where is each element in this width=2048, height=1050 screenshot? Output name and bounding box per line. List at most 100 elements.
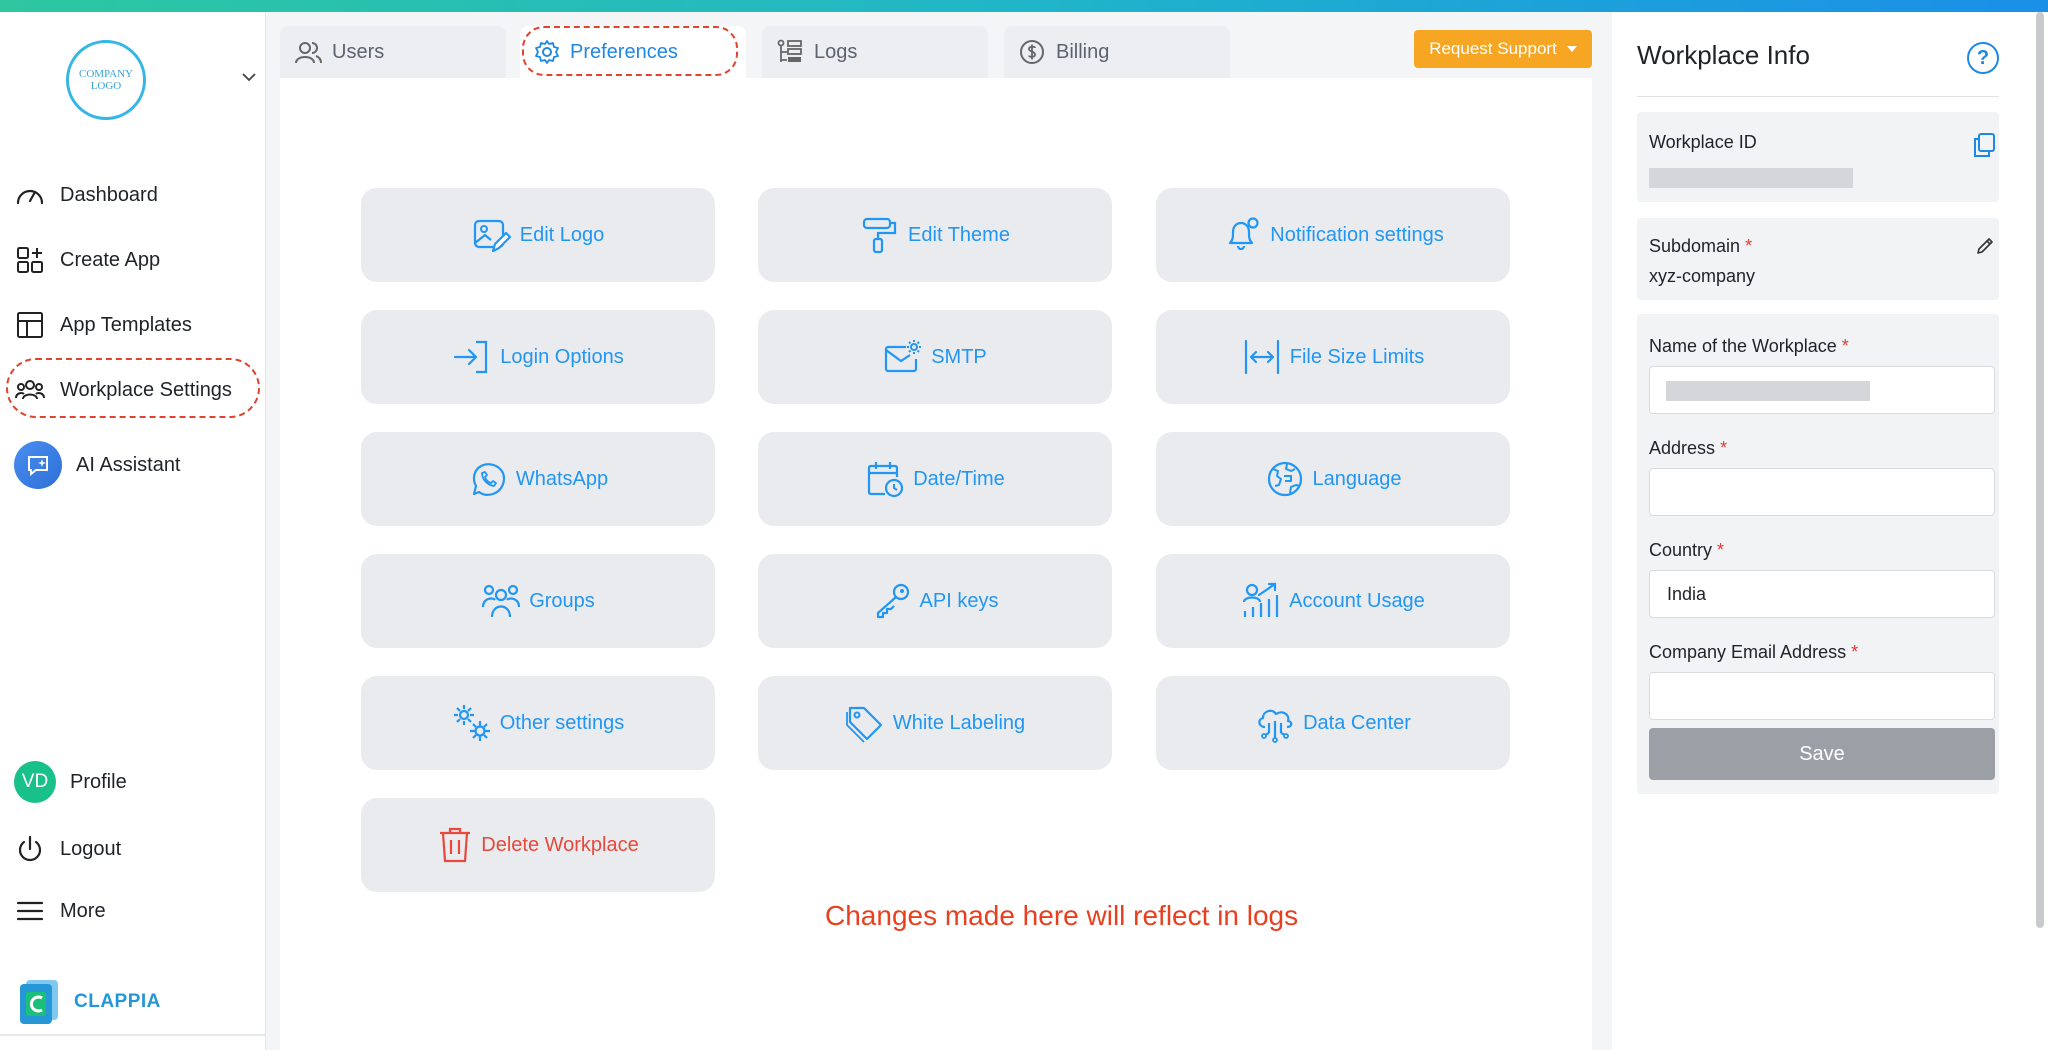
tag-icon <box>845 706 882 743</box>
copy-icon[interactable] <box>1972 132 1996 158</box>
tab-label: Billing <box>1056 40 1110 63</box>
sidebar-item-dashboard[interactable]: Dashboard <box>14 172 158 218</box>
cloud-network-icon <box>1258 709 1293 743</box>
other-settings-button[interactable]: Other settings <box>361 676 715 770</box>
request-support-button[interactable]: Request Support <box>1414 30 1592 68</box>
globe-icon <box>1267 461 1302 497</box>
sidebar-item-label: More <box>60 899 106 922</box>
login-options-button[interactable]: Login Options <box>361 310 715 404</box>
trash-icon <box>440 827 471 863</box>
language-button[interactable]: Language <box>1156 432 1510 526</box>
login-icon <box>454 340 488 374</box>
whatsapp-icon <box>472 463 505 496</box>
data-center-button[interactable]: Data Center <box>1156 676 1510 770</box>
company-logo[interactable]: COMPANY LOGO <box>66 40 146 120</box>
api-keys-button[interactable]: API keys <box>758 554 1112 648</box>
workplace-name-input[interactable] <box>1649 366 1995 414</box>
name-label: Name of the Workplace * <box>1649 336 1849 356</box>
workplace-id-card: Workplace ID <box>1637 112 1999 202</box>
logo-text-line1: COMPANY <box>78 68 133 80</box>
power-icon <box>18 835 42 862</box>
scrollbar[interactable] <box>2036 12 2044 928</box>
sidebar-item-label: App Templates <box>60 313 192 336</box>
tab-preferences[interactable]: Preferences <box>520 26 746 78</box>
tile-label: Groups <box>529 589 595 612</box>
sidebar-item-label: AI Assistant <box>76 453 181 476</box>
key-icon <box>876 583 909 619</box>
request-support-label: Request Support <box>1429 39 1557 58</box>
tile-label: SMTP <box>931 345 987 368</box>
country-input[interactable]: India <box>1649 570 1995 618</box>
clappia-brand: CLAPPIA <box>20 980 161 1024</box>
workplace-details-form: Name of the Workplace * Address * Countr… <box>1637 314 1999 794</box>
main-content: Users Preferences Logs Billing Request S… <box>280 12 1592 1050</box>
edit-logo-button[interactable]: Edit Logo <box>361 188 715 282</box>
tab-users[interactable]: Users <box>280 26 506 78</box>
calendar-clock-icon <box>868 462 904 498</box>
subdomain-label: Subdomain * <box>1649 236 1753 256</box>
usage-chart-icon <box>1243 582 1279 617</box>
account-usage-button[interactable]: Account Usage <box>1156 554 1510 648</box>
subdomain-value: xyz-company <box>1649 266 1756 286</box>
delete-workplace-button[interactable]: Delete Workplace <box>361 798 715 892</box>
tile-label: Delete Workplace <box>481 833 639 856</box>
sidebar-item-profile[interactable]: VD Profile <box>14 759 127 805</box>
pencil-icon[interactable] <box>1975 236 1995 256</box>
caret-down-icon <box>1566 46 1577 52</box>
menu-icon <box>16 901 44 921</box>
sidebar-item-label: Logout <box>60 837 122 860</box>
save-button[interactable]: Save <box>1649 728 1995 780</box>
sidebar-item-label: Profile <box>70 770 127 793</box>
sidebar-item-ai-assistant[interactable]: AI Assistant <box>14 441 181 489</box>
sidebar: COMPANY LOGO Dashboard Create App App Tem… <box>0 12 266 1050</box>
workplace-info-panel: Workplace Info ? Workplace ID Subdomain … <box>1612 12 2048 1050</box>
notification-settings-button[interactable]: Notification settings <box>1156 188 1510 282</box>
tab-label: Users <box>332 40 385 63</box>
dollar-icon <box>1020 40 1044 64</box>
tile-label: File Size Limits <box>1289 345 1425 368</box>
white-labeling-button[interactable]: White Labeling <box>758 676 1112 770</box>
ai-chat-icon <box>14 441 62 489</box>
tile-label: Data Center <box>1303 711 1411 734</box>
country-label: Country * <box>1649 540 1725 560</box>
tile-label: Edit Theme <box>908 223 1010 246</box>
group-icon <box>482 584 521 618</box>
address-input[interactable] <box>1649 468 1995 516</box>
tab-logs[interactable]: Logs <box>762 26 988 78</box>
company-email-input[interactable] <box>1649 672 1995 720</box>
mail-gear-icon <box>885 340 922 373</box>
gauge-icon <box>16 189 44 205</box>
file-size-limits-button[interactable]: File Size Limits <box>1156 310 1510 404</box>
paint-roller-icon <box>862 217 897 254</box>
workplace-id-value-redacted <box>1649 168 1853 188</box>
workplace-name-redacted <box>1666 381 1870 401</box>
sidebar-item-workplace-settings[interactable]: Workplace Settings <box>14 367 232 413</box>
groups-button[interactable]: Groups <box>361 554 715 648</box>
logo-text-line2: LOGO <box>90 80 122 92</box>
chevron-down-icon[interactable] <box>240 68 258 86</box>
sidebar-item-app-templates[interactable]: App Templates <box>14 302 192 348</box>
sidebar-item-label: Workplace Settings <box>60 378 232 401</box>
tile-label: WhatsApp <box>515 467 609 490</box>
users-icon <box>295 42 322 64</box>
users-icon <box>15 380 45 400</box>
whatsapp-button[interactable]: WhatsApp <box>361 432 715 526</box>
gears-icon <box>453 705 490 741</box>
smtp-button[interactable]: SMTP <box>758 310 1112 404</box>
sidebar-item-more[interactable]: More <box>14 888 106 934</box>
clappia-logo-icon <box>20 980 58 1024</box>
edit-theme-button[interactable]: Edit Theme <box>758 188 1112 282</box>
divider <box>0 1034 266 1036</box>
sidebar-item-create-app[interactable]: Create App <box>14 237 160 283</box>
sidebar-item-label: Dashboard <box>60 183 158 206</box>
tab-label: Logs <box>814 40 858 63</box>
tile-label: Date/Time <box>913 467 1005 490</box>
date-time-button[interactable]: Date/Time <box>758 432 1112 526</box>
help-icon[interactable]: ? <box>1967 42 1999 74</box>
sidebar-item-logout[interactable]: Logout <box>14 826 121 872</box>
gear-icon <box>535 40 559 64</box>
tab-billing[interactable]: Billing <box>1004 26 1230 78</box>
tile-label: Edit Logo <box>519 223 605 246</box>
email-label: Company Email Address * <box>1649 642 1859 662</box>
grid-plus-icon <box>17 247 43 273</box>
